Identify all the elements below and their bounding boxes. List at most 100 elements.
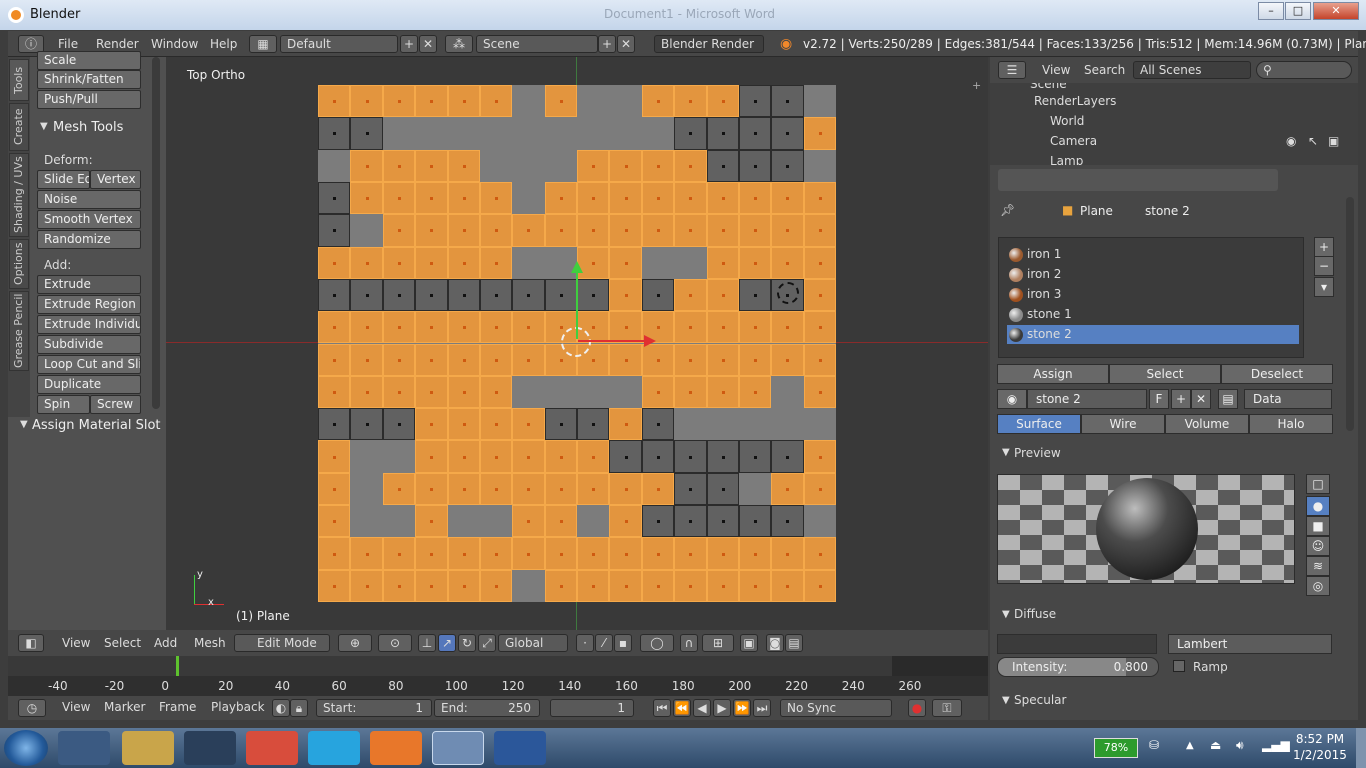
- mesh-face[interactable]: [803, 537, 837, 570]
- slide-edge-button[interactable]: Slide Ed: [37, 170, 90, 189]
- mesh-face[interactable]: [512, 343, 545, 376]
- jump-start-icon[interactable]: ⏮: [653, 699, 671, 717]
- mesh-face[interactable]: [706, 117, 739, 150]
- specular-section-title[interactable]: Specular: [1014, 693, 1066, 707]
- mesh-face[interactable]: [641, 472, 675, 506]
- mesh-face[interactable]: [738, 181, 772, 215]
- mesh-face[interactable]: [674, 85, 707, 118]
- mesh-face[interactable]: [415, 343, 448, 376]
- 3d-viewport[interactable]: Top Ortho y x (1) Plane +: [166, 57, 988, 630]
- mesh-face[interactable]: [318, 150, 350, 182]
- mesh-face[interactable]: [706, 440, 739, 473]
- new-material-icon[interactable]: +: [1171, 389, 1191, 409]
- add-region-icon[interactable]: +: [972, 79, 981, 92]
- mesh-face[interactable]: [415, 537, 448, 570]
- mesh-face[interactable]: [771, 569, 804, 602]
- scale-icon[interactable]: ⤢: [478, 634, 496, 652]
- speaker-icon[interactable]: 🔊︎: [1236, 738, 1244, 753]
- mesh-face[interactable]: [318, 375, 351, 409]
- mesh-face[interactable]: [544, 569, 578, 602]
- mesh-face[interactable]: [512, 278, 545, 312]
- mesh-face[interactable]: [738, 569, 772, 602]
- rotate-icon[interactable]: ↻: [458, 634, 476, 652]
- mesh-face[interactable]: [447, 181, 480, 215]
- layout-remove-icon[interactable]: ✕: [419, 35, 437, 53]
- mesh-face[interactable]: [350, 85, 383, 118]
- network-status-icon[interactable]: ⛁: [1149, 738, 1159, 752]
- face-select-icon[interactable]: ▪: [614, 634, 632, 652]
- mesh-face[interactable]: [382, 472, 416, 506]
- mesh-face[interactable]: [415, 117, 447, 149]
- mesh-face[interactable]: [739, 408, 771, 440]
- mesh-face[interactable]: [577, 376, 609, 408]
- render-engine-select[interactable]: Blender Render: [654, 35, 764, 53]
- start-button[interactable]: [4, 730, 48, 766]
- collapse-arrow-icon[interactable]: ▼: [40, 121, 48, 132]
- mesh-face[interactable]: [415, 246, 448, 279]
- mesh-face[interactable]: [771, 472, 804, 506]
- mesh-face[interactable]: [383, 505, 415, 537]
- extrude-individual-button[interactable]: Extrude Individual: [37, 315, 141, 334]
- mesh-face[interactable]: [706, 214, 739, 247]
- mesh-face[interactable]: [609, 117, 641, 149]
- slide-vertex-button[interactable]: Vertex: [90, 170, 141, 189]
- mesh-face[interactable]: [674, 181, 707, 215]
- mesh-face[interactable]: [771, 246, 804, 279]
- mesh-face[interactable]: [803, 375, 837, 409]
- preview-cube-icon[interactable]: ■: [1306, 516, 1330, 536]
- mesh-face[interactable]: [350, 505, 382, 537]
- mesh-face[interactable]: [739, 473, 771, 505]
- mesh-face[interactable]: [383, 440, 415, 472]
- noise-button[interactable]: Noise: [37, 190, 141, 209]
- mesh-face[interactable]: [480, 117, 512, 149]
- mesh-face[interactable]: [771, 117, 804, 150]
- proportional-edit-icon[interactable]: ◯: [640, 634, 674, 652]
- mesh-face[interactable]: [706, 311, 739, 344]
- mesh-face[interactable]: [706, 505, 739, 538]
- mesh-face[interactable]: [382, 149, 416, 182]
- ramp-checkbox[interactable]: [1173, 660, 1185, 672]
- mesh-face[interactable]: [803, 246, 837, 279]
- subdivide-button[interactable]: Subdivide: [37, 335, 141, 354]
- mesh-face[interactable]: [318, 408, 351, 441]
- mesh-face[interactable]: [318, 537, 351, 570]
- signal-icon[interactable]: ▂▄▆: [1262, 738, 1290, 752]
- mesh-face[interactable]: [512, 440, 545, 473]
- mesh-face[interactable]: [512, 570, 544, 602]
- mesh-face[interactable]: [674, 472, 707, 506]
- manipulator-icon[interactable]: ⊥: [418, 634, 436, 652]
- outliner-item-world[interactable]: World: [1050, 114, 1084, 128]
- mesh-face[interactable]: [350, 117, 383, 150]
- mesh-face[interactable]: [382, 85, 416, 118]
- mesh-face[interactable]: [706, 278, 739, 312]
- timeline-track[interactable]: [8, 656, 988, 676]
- mesh-face[interactable]: [382, 537, 416, 570]
- sync-select[interactable]: No Sync: [780, 699, 892, 717]
- unlink-material-icon[interactable]: ✕: [1191, 389, 1211, 409]
- mesh-face[interactable]: [382, 375, 416, 409]
- scene-remove-icon[interactable]: ✕: [617, 35, 635, 53]
- mesh-face[interactable]: [545, 117, 577, 149]
- mesh-face[interactable]: [318, 311, 351, 344]
- mesh-face[interactable]: [803, 117, 837, 150]
- tool-shelf-scrollbar[interactable]: [152, 57, 160, 409]
- mesh-face[interactable]: [609, 149, 642, 182]
- film-icon[interactable]: ▤: [785, 634, 803, 652]
- mesh-face[interactable]: [350, 149, 383, 182]
- mesh-face[interactable]: [771, 311, 804, 344]
- mesh-face[interactable]: [479, 472, 513, 506]
- mesh-face[interactable]: [771, 376, 803, 408]
- mesh-face[interactable]: [479, 85, 513, 118]
- mesh-face[interactable]: [609, 214, 642, 247]
- mesh-face[interactable]: [609, 343, 642, 376]
- explorer-taskbar-icon[interactable]: [122, 731, 174, 765]
- current-frame-marker[interactable]: [176, 656, 179, 676]
- render-icon[interactable]: ▣: [740, 634, 758, 652]
- timeline-menu-frame[interactable]: Frame: [159, 700, 196, 714]
- jump-end-icon[interactable]: ⏭: [753, 699, 771, 717]
- mesh-face[interactable]: [577, 278, 610, 312]
- material-slot-item[interactable]: stone 2: [1007, 325, 1299, 344]
- mesh-face[interactable]: [609, 537, 642, 570]
- preview-section-title[interactable]: Preview: [1014, 446, 1061, 460]
- mesh-face[interactable]: [609, 505, 642, 538]
